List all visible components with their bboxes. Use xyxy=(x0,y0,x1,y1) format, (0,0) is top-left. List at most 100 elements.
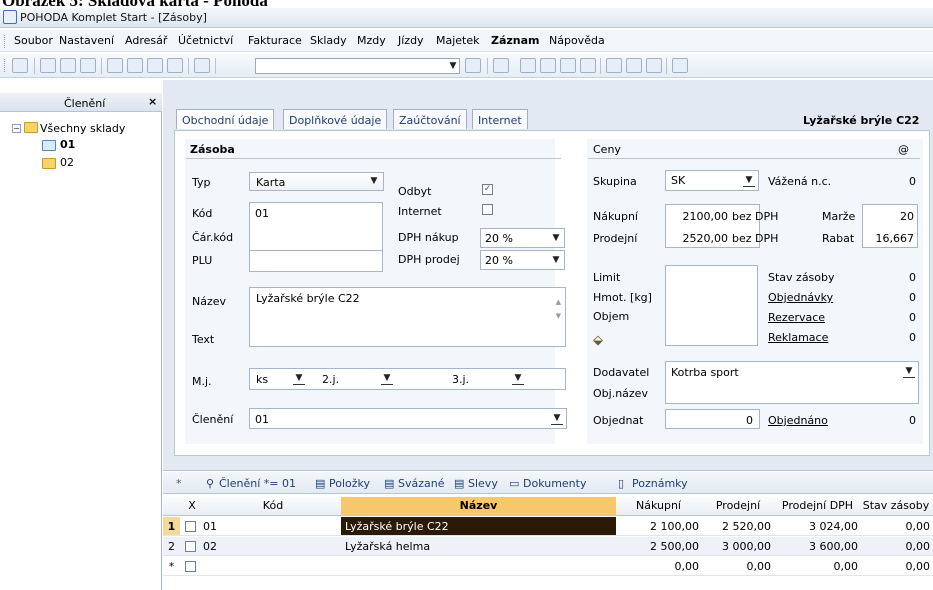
collapse-icon[interactable]: − xyxy=(12,124,21,133)
nazev-textarea[interactable]: Lyžařské brýle C22 ▲ ▼ xyxy=(249,287,566,347)
reklamace-link[interactable]: Reklamace xyxy=(768,331,828,344)
odbyt-checkbox[interactable]: ✓ xyxy=(482,184,493,195)
toolbar-print-icon[interactable] xyxy=(60,58,76,73)
tab-obchodni-udaje[interactable]: Obchodní údaje xyxy=(176,109,275,129)
toolbar-calendar-icon[interactable] xyxy=(560,58,576,73)
list-icon: ▤ xyxy=(454,477,465,490)
toolbar-help-icon[interactable] xyxy=(672,58,688,73)
cleneni-select[interactable]: 01 ▼ xyxy=(249,408,567,429)
objednat-input[interactable]: 0 xyxy=(665,409,760,429)
grid-tab-slevy[interactable]: Slevy xyxy=(468,477,498,490)
toolbar-find-icon[interactable] xyxy=(40,58,56,73)
filter-icon: ⚲ xyxy=(206,477,215,490)
rabat-value[interactable]: 16,667 xyxy=(864,232,915,245)
nakupni-value[interactable]: 2100,00 xyxy=(668,210,729,223)
menu-zaznam[interactable]: Záznam xyxy=(491,34,540,47)
toolbar-save-as-icon[interactable] xyxy=(167,58,183,73)
toolbar-tool-icon[interactable] xyxy=(520,58,536,73)
at-icon[interactable]: @ xyxy=(898,143,909,156)
scroll-down-icon[interactable]: ▼ xyxy=(556,312,561,320)
toolbar-doc2-icon[interactable] xyxy=(626,58,642,73)
menu-ucetnictvi[interactable]: Účetnictví xyxy=(178,34,233,47)
tree-item-vsechny-sklady[interactable]: Všechny sklady xyxy=(40,122,125,135)
col-stav[interactable]: Stav zásoby xyxy=(860,499,932,514)
marze-value[interactable]: 20 xyxy=(864,210,914,223)
tab-doplnkove-udaje[interactable]: Doplňkové údaje xyxy=(283,109,388,129)
row-checkbox[interactable] xyxy=(185,561,196,572)
close-icon[interactable]: × xyxy=(148,95,157,108)
tree-item-02[interactable]: 02 xyxy=(60,156,74,169)
toolbar-grip xyxy=(4,59,6,72)
grid-tab-cleneni[interactable]: Členění *= 01 xyxy=(219,477,296,490)
dph-prodej-select[interactable]: 20 % ▼ xyxy=(480,250,565,270)
dodavatel-dropdown-icon[interactable]: ▼ xyxy=(903,365,915,378)
hmot-label: Hmot. [kg] xyxy=(593,291,652,304)
pohoda-app-icon xyxy=(3,10,17,24)
tab-internet[interactable]: Internet xyxy=(472,109,528,129)
toolbar-copy-icon[interactable] xyxy=(194,58,210,73)
grid-tab-poznamky[interactable]: Poznámky xyxy=(632,477,688,490)
toolbar-people-icon[interactable] xyxy=(580,58,596,73)
toolbar-new-icon[interactable] xyxy=(107,58,123,73)
toolbar-filter-icon[interactable] xyxy=(465,58,481,73)
menu-soubor[interactable]: Soubor xyxy=(14,34,53,47)
toolbar-edit-icon[interactable] xyxy=(127,58,143,73)
col-nazev[interactable]: Název xyxy=(341,497,616,516)
table-row[interactable]: 1 01 Lyžařské brýle C22 2 100,00 2 520,0… xyxy=(163,517,933,536)
mj2-dropdown-icon[interactable]: ▼ xyxy=(381,372,393,385)
menu-adresar[interactable]: Adresář xyxy=(125,34,167,47)
menu-nastaveni[interactable]: Nastavení xyxy=(59,34,114,47)
toolbar-doc1-icon[interactable] xyxy=(606,58,622,73)
record-title: Lyžařské brýle C22 xyxy=(803,114,920,127)
grid-tab-dokumenty[interactable]: Dokumenty xyxy=(523,477,586,490)
mj-dropdown-icon[interactable]: ▼ xyxy=(293,372,305,385)
col-kod[interactable]: Kód xyxy=(203,499,343,514)
mj3-dropdown-icon[interactable]: ▼ xyxy=(512,372,524,385)
grid-tab-polozky[interactable]: Položky xyxy=(329,477,370,490)
grid-tabs: * ⚲ Členění *= 01 ▤ Položky ▤ Svázané ▤ … xyxy=(163,472,933,494)
cleneni-dropdown-icon: ▼ xyxy=(551,412,563,425)
menu-majetek[interactable]: Majetek xyxy=(436,34,480,47)
objednano-link[interactable]: Objednáno xyxy=(768,414,828,427)
row-checkbox[interactable] xyxy=(185,541,196,552)
kod-value[interactable]: 01 xyxy=(255,207,269,220)
toolbar-save-icon[interactable] xyxy=(147,58,163,73)
menu-mzdy[interactable]: Mzdy xyxy=(357,34,386,47)
package-icon[interactable]: ⬙ xyxy=(593,333,603,348)
grid-tab-svazane[interactable]: Svázané xyxy=(398,477,445,490)
table-row[interactable]: 2 02 Lyžařská helma 2 500,00 3 000,00 3 … xyxy=(163,537,933,556)
menu-jizdy[interactable]: Jízdy xyxy=(398,34,424,47)
objednavky-link[interactable]: Objednávky xyxy=(768,291,833,304)
toolbar-doc3-icon[interactable] xyxy=(646,58,662,73)
prodejni-value[interactable]: 2520,00 xyxy=(668,232,729,245)
limit-box[interactable] xyxy=(665,265,758,346)
tab-zauctovani[interactable]: Zaúčtování xyxy=(393,109,467,129)
typ-select[interactable]: Karta ▼ xyxy=(249,172,384,191)
toolbar-calc-icon[interactable] xyxy=(540,58,556,73)
col-prodejni-dph[interactable]: Prodejní DPH xyxy=(775,499,860,514)
reklamace-value: 0 xyxy=(909,331,916,344)
toolbar-preview-icon[interactable] xyxy=(80,58,96,73)
mj-value[interactable]: ks xyxy=(256,373,268,386)
rezervace-link[interactable]: Rezervace xyxy=(768,311,825,324)
menu-fakturace[interactable]: Fakturace xyxy=(248,34,302,47)
col-nakupni[interactable]: Nákupní xyxy=(616,499,701,514)
toolbar-filter-combo[interactable]: ▼ xyxy=(255,58,460,74)
table-row-new[interactable]: * 0,00 0,00 0,00 0,00 xyxy=(163,557,933,576)
skupina-select[interactable]: SK ▼ xyxy=(665,170,759,191)
dodavatel-box[interactable]: Kotrba sport ▼ xyxy=(665,361,919,404)
row-checkbox[interactable] xyxy=(185,521,196,532)
col-prodejni[interactable]: Prodejní xyxy=(703,499,773,514)
row-stav: 0,00 xyxy=(905,540,931,553)
chevron-down-icon: ▼ xyxy=(449,61,457,71)
toolbar-folder-icon[interactable] xyxy=(493,58,509,73)
scroll-up-icon[interactable]: ▲ xyxy=(556,298,561,306)
toolbar-back-icon[interactable] xyxy=(12,58,28,73)
tree-item-01[interactable]: 01 xyxy=(60,138,75,151)
col-x[interactable]: X xyxy=(185,499,199,514)
dph-nakup-select[interactable]: 20 % ▼ xyxy=(480,228,565,248)
menu-sklady[interactable]: Sklady xyxy=(310,34,347,47)
menu-napoveda[interactable]: Nápověda xyxy=(549,34,605,47)
internet-checkbox[interactable] xyxy=(482,204,493,215)
row-prodejni: 3 000,00 xyxy=(722,540,771,553)
